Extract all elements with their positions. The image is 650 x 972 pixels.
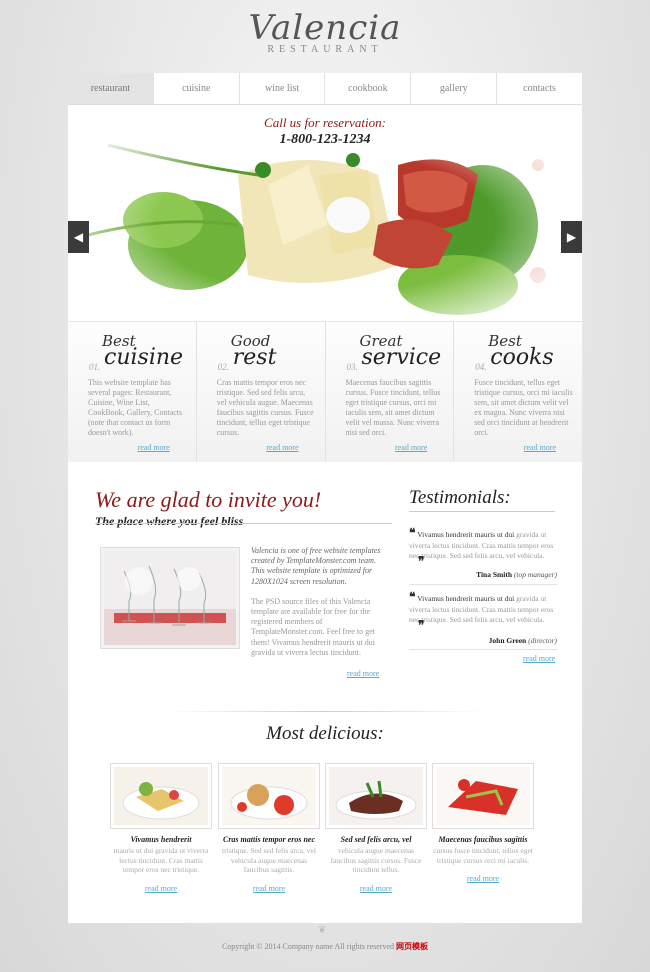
logo-name: Valencia [248,8,402,48]
footer-copyright: Copyright © 2014 Company name All rights… [221,942,395,951]
dish-read-more-link[interactable]: read more [325,884,427,893]
dish-photo [436,767,530,825]
dish-image[interactable] [110,763,212,829]
main-container: restaurant cuisine wine list cookbook ga… [68,73,582,923]
dish-name: Cras mattis tempor eros nec [222,835,315,844]
author-role: (top manager) [513,570,557,579]
feature-read-more-link[interactable]: read more [395,443,427,452]
open-quote-icon: ❝ [409,526,416,540]
footer-ornament-icon: ❦ [318,925,327,936]
feature-title-bottom: service [361,345,442,370]
nav-item-contacts[interactable]: contacts [497,73,582,104]
author-name: John Green [488,636,527,645]
dish-photo [329,767,423,825]
feature-number: 04. [475,362,487,372]
dish-description: vehicula augue maecenas faucibus sagitti… [330,846,422,874]
dish-description: mauris ut dui gravida ut viverra lectus … [113,846,209,874]
dish-card: Cras mattis tempor eros nec tristique. S… [218,763,320,893]
feature-text: Cras mattis tempor eros nec tristique. S… [216,378,314,437]
dish-read-more-link[interactable]: read more [218,884,320,893]
feature-number: 01. [89,362,101,372]
dish-description: cursus fusce tincidunt, tellus eget tris… [433,846,533,865]
testimonial-author: John Green (director) [409,636,557,645]
dish-description: tristique. Sed sed felis arcu, vel vehic… [222,846,316,874]
feature-item: 03. Great service Maecenas faucibus sagi… [326,322,455,462]
divider [409,649,557,650]
intro-read-more-link[interactable]: read more [347,669,379,678]
dish-image[interactable] [218,763,320,829]
invite-subtitle: The place where you feel bliss [95,514,244,528]
footer: Copyright © 2014 Company name All rights… [0,941,650,952]
dish-read-more-link[interactable]: read more [432,874,534,883]
hero-slider: Call us for reservation: 1-800-123-1234 … [68,105,582,321]
invite-title: We are glad to invite you! [95,487,322,512]
testimonials-title: Testimonials: [409,487,511,508]
intro-paragraph-1: Valencia is one of free website template… [251,546,381,586]
feature-title-bottom: rest [232,345,277,370]
main-nav: restaurant cuisine wine list cookbook ga… [68,73,582,105]
reservation-label: Call us for reservation: [264,115,386,130]
feature-text: Fusce tincidunt, tellus eget tristique c… [474,378,573,437]
slider-prev-button[interactable]: ◀ [68,221,89,253]
testimonials-read-more-link[interactable]: read more [523,654,555,663]
feature-title-bottom: cuisine [104,345,184,370]
reservation-box: Call us for reservation: 1-800-123-1234 [68,115,582,148]
dish-card: Sed sed felis arcu, vel vehicula augue m… [325,763,427,893]
feature-title-bottom: cooks [490,345,554,370]
feature-number: 03. [346,362,358,372]
feature-read-more-link[interactable]: read more [524,443,556,452]
dish-image[interactable] [432,763,534,829]
testimonial-lead: Vivamus hendrerit mauris ut dui [417,594,515,603]
footer-badge[interactable]: 网页模板 [396,942,428,951]
dish-card: Maecenas faucibus sagittis cursus fusce … [432,763,534,883]
feature-read-more-link[interactable]: read more [138,443,170,452]
dish-name: Maecenas faucibus sagittis [438,835,528,844]
nav-item-wine-list[interactable]: wine list [239,73,326,104]
dish-read-more-link[interactable]: read more [110,884,212,893]
dish-photo [222,767,316,825]
dish-name: Sed sed felis arcu, vel [340,835,412,844]
features-row: 01. Best cuisine This website template h… [68,321,582,462]
slider-next-button[interactable]: ▶ [561,221,582,253]
feature-item: 04. Best cooks Fusce tincidunt, tellus e… [454,322,582,462]
nav-item-restaurant[interactable]: restaurant [68,73,154,104]
nav-item-cookbook[interactable]: cookbook [325,73,412,104]
wine-glasses-photo [104,551,236,645]
wine-glasses-image [100,547,240,649]
dish-card: Vivamus hendrerit mauris ut dui gravida … [110,763,212,893]
feature-item: 01. Best cuisine This website template h… [68,322,197,462]
feature-number: 02. [217,362,229,372]
divider [95,523,392,524]
testimonial-lead: Vivamus hendrerit mauris ut dui [417,530,515,539]
author-name: Tina Smith [476,570,512,579]
feature-read-more-link[interactable]: read more [266,443,298,452]
chevron-right-icon: ▶ [566,229,577,244]
intro-paragraph-2: The PSD source files of this Valencia te… [251,596,376,657]
author-role: (director) [528,636,557,645]
nav-item-gallery[interactable]: gallery [411,73,498,104]
intro-text: Valencia is one of free website template… [251,546,386,658]
logo-subtitle: RESTAURANT [267,44,383,55]
close-quote-icon: ❞ [418,618,425,632]
divider [409,584,557,585]
dish-name: Vivamus hendrerit [130,835,192,844]
dish-photo [114,767,208,825]
close-quote-icon: ❞ [418,554,425,568]
feature-text: Maecenas faucibus sagittis cursus. Fusce… [345,378,441,437]
chevron-left-icon: ◀ [73,229,84,244]
feature-item: 02. Good rest Cras mattis tempor eros ne… [197,322,326,462]
logo[interactable]: Valencia RESTAURANT [0,10,650,55]
feature-text: This website template has several pages:… [88,378,183,437]
most-delicious-title: Most delicious: [266,723,384,744]
testimonial-author: Tina Smith (top manager) [409,570,557,579]
open-quote-icon: ❝ [409,590,416,604]
reservation-phone[interactable]: 1-800-123-1234 [68,132,582,148]
nav-item-cuisine[interactable]: cuisine [153,73,240,104]
dish-image[interactable] [325,763,427,829]
divider [409,511,555,512]
section-separator [165,711,485,712]
